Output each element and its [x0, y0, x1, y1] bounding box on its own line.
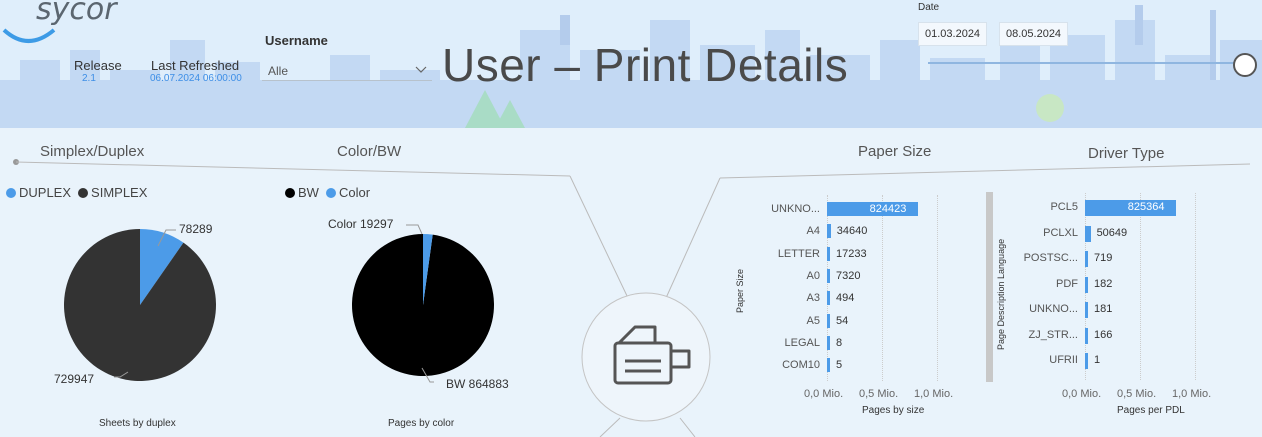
duplex-slice-label: 78289: [179, 222, 213, 236]
paper-size-title: Paper Size: [858, 143, 932, 160]
bar-value-label: 719: [1094, 252, 1113, 264]
category-label: PCLXL: [1043, 226, 1078, 239]
simplex-legend-swatch: [78, 187, 89, 198]
gridline: [882, 195, 884, 382]
sycor-logo: sycor: [36, 0, 117, 27]
bar[interactable]: [827, 313, 830, 328]
gridline: [937, 195, 939, 382]
date-slider-track[interactable]: [928, 62, 1238, 64]
color-legend: BW Color: [285, 185, 370, 200]
bar-value-label: 825364: [1127, 201, 1165, 213]
date-from-input[interactable]: 01.03.2024: [918, 22, 988, 46]
bar[interactable]: [827, 246, 830, 261]
legend-simplex: SIMPLEX: [91, 185, 148, 200]
color-legend-swatch: [325, 187, 336, 198]
bar[interactable]: [1085, 251, 1088, 267]
category-label: LETTER: [777, 247, 820, 260]
bar[interactable]: [827, 358, 830, 373]
bar[interactable]: [827, 268, 830, 283]
username-selected-value: Alle: [268, 64, 289, 78]
paper-size-xaxis-title: Pages by size: [862, 405, 925, 416]
category-label: UFRII: [1049, 354, 1078, 366]
release-value: 2.1: [82, 73, 96, 84]
bar-value-label: 50649: [1096, 226, 1128, 239]
gridline: [1195, 193, 1197, 380]
gridline: [1140, 193, 1142, 380]
last-refreshed-label: Last Refreshed: [151, 58, 240, 73]
category-label: UNKNO...: [771, 203, 820, 215]
bar[interactable]: [1085, 327, 1088, 344]
category-label: A0: [806, 269, 820, 282]
date-label: Date: [918, 2, 940, 13]
bar-value-label: 824423: [869, 203, 907, 215]
last-refreshed-value: 06.07.2024 06:00:00: [150, 73, 242, 84]
date-to-input[interactable]: 08.05.2024: [999, 22, 1069, 46]
bar-value-label: 181: [1094, 303, 1113, 315]
bar-value-label: 17233: [836, 247, 867, 260]
category-label: COM10: [782, 359, 820, 372]
legend-color: Color: [338, 185, 371, 200]
duplex-legend: DUPLEX SIMPLEX: [6, 185, 147, 200]
duplex-caption: Sheets by duplex: [99, 418, 176, 429]
bar-value-label: 7320: [836, 269, 861, 282]
category-label: LEGAL: [784, 336, 820, 349]
x-tick-label: 0,0 Mio.: [1062, 388, 1102, 400]
simplex-slice-label: 729947: [54, 372, 95, 386]
bar[interactable]: [1085, 225, 1091, 242]
category-label: A4: [806, 225, 820, 238]
category-label: PDF: [1056, 277, 1078, 290]
bar[interactable]: [1085, 302, 1088, 318]
x-tick-label: 1,0 Mio.: [914, 388, 954, 400]
bar-value-label: 34640: [836, 225, 868, 238]
duplex-leader-lines: [114, 229, 176, 378]
chart-scrollbar[interactable]: [986, 192, 993, 382]
bar-value-label: 494: [836, 292, 855, 305]
color-bw-title: Color/BW: [337, 143, 402, 160]
x-tick-label: 0,0 Mio.: [804, 388, 844, 400]
legend-duplex: DUPLEX: [19, 185, 72, 200]
bw-slice-label: BW 864883: [446, 377, 509, 391]
category-label: PCL5: [1050, 201, 1078, 213]
bar-value-label: 1: [1094, 354, 1101, 366]
driver-type-title: Driver Type: [1088, 145, 1165, 162]
color-caption: Pages by color: [388, 418, 455, 429]
color-leader-lines: [406, 224, 434, 383]
bar[interactable]: [827, 224, 831, 239]
bar[interactable]: [1085, 353, 1088, 369]
paper-size-axis-title: Paper Size: [735, 268, 745, 313]
chevron-down-icon: [415, 66, 427, 73]
printer-icon: [613, 325, 691, 385]
pdl-xaxis-title: Pages per PDL: [1117, 405, 1185, 416]
gridline: [827, 195, 829, 382]
category-label: POSTSC...: [1023, 252, 1078, 264]
bar[interactable]: [827, 291, 830, 306]
bar-value-label: 8: [836, 336, 843, 349]
simplex-duplex-title: Simplex/Duplex: [40, 143, 145, 160]
bw-legend-swatch: [285, 187, 295, 198]
x-tick-label: 0,5 Mio.: [1117, 388, 1157, 400]
color-slice-label: Color 19297: [328, 217, 394, 231]
release-label: Release: [74, 58, 122, 73]
page-title: User – Print Details: [442, 39, 849, 91]
bar-value-label: 182: [1094, 277, 1113, 290]
category-label: A5: [806, 314, 820, 327]
category-label: ZJ_STR...: [1028, 328, 1078, 341]
bar[interactable]: [1085, 276, 1088, 293]
category-label: UNKNO...: [1029, 303, 1078, 315]
bar[interactable]: [827, 335, 830, 350]
legend-bw: BW: [298, 185, 319, 200]
bar-value-label: 5: [836, 359, 843, 372]
duplex-legend-swatch: [6, 187, 16, 198]
username-label: Username: [265, 33, 328, 48]
bar-value-label: 166: [1094, 328, 1113, 341]
x-tick-label: 0,5 Mio.: [859, 388, 899, 400]
x-tick-label: 1,0 Mio.: [1172, 388, 1212, 400]
username-select[interactable]: Alle: [262, 58, 432, 81]
category-label: A3: [806, 292, 820, 305]
header-banner: sycor Release 2.1 Last Refreshed 06.07.2…: [0, 0, 1262, 128]
date-slider-handle[interactable]: [1232, 52, 1262, 82]
bar-value-label: 54: [836, 314, 849, 327]
